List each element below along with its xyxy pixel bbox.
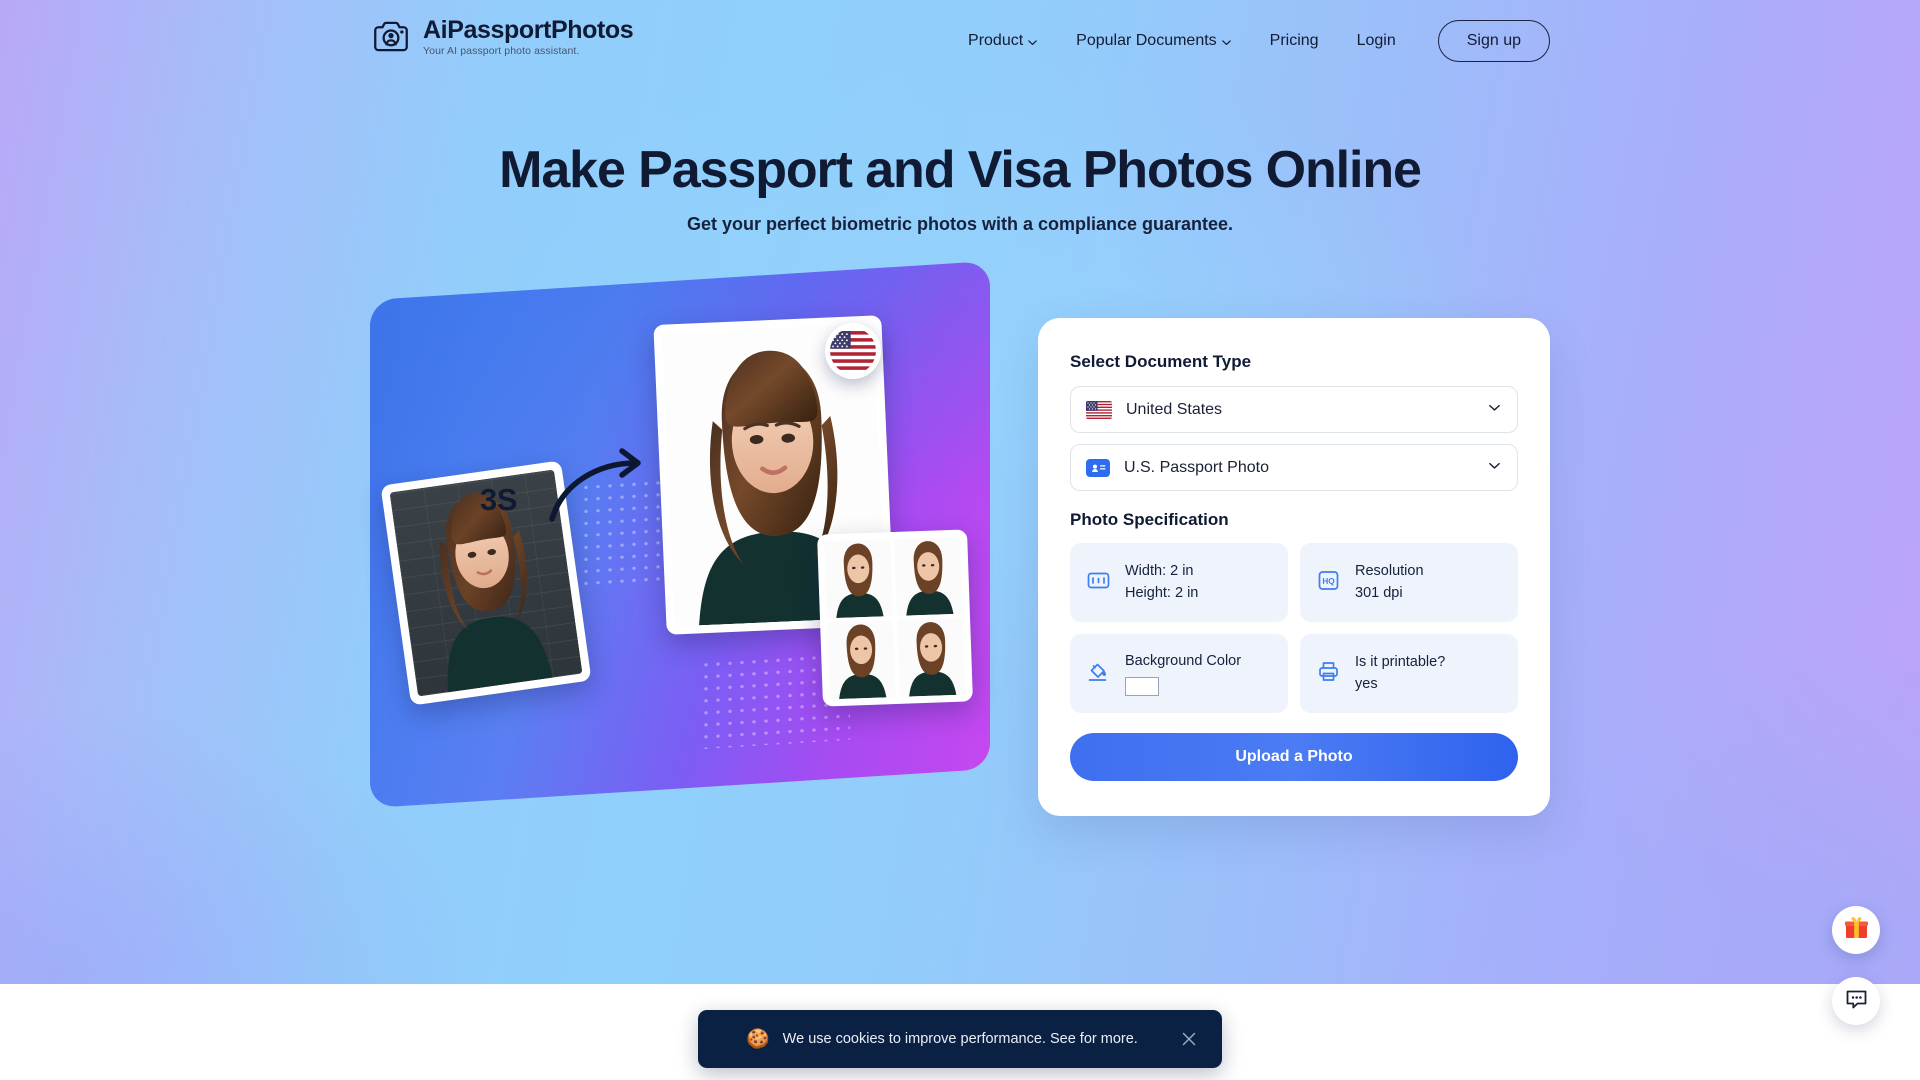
nav-item-popular-documents[interactable]: Popular Documents bbox=[1057, 32, 1251, 50]
brand-tagline: Your AI passport photo assistant. bbox=[423, 45, 580, 58]
gift-icon bbox=[1843, 914, 1870, 946]
country-select[interactable]: United States bbox=[1070, 386, 1518, 433]
spec-card-background-color: Background Color bbox=[1070, 634, 1288, 713]
photo-specification-grid: Width: 2 in Height: 2 in HQ Resolution 3… bbox=[1070, 543, 1518, 713]
nav-item-login[interactable]: Login bbox=[1338, 32, 1415, 50]
spec-background-color-label: Background Color bbox=[1125, 652, 1242, 669]
cookie-banner: 🍪 We use cookies to improve performance.… bbox=[698, 1010, 1222, 1068]
select-document-type-heading: Select Document Type bbox=[1070, 352, 1252, 371]
sheet-photo bbox=[897, 617, 966, 697]
printer-icon bbox=[1316, 659, 1341, 689]
document-type-select[interactable]: U.S. Passport Photo bbox=[1070, 444, 1518, 491]
document-selection-card: Select Document Type United States U.S. … bbox=[1038, 318, 1550, 816]
curved-arrow-icon bbox=[548, 445, 658, 560]
brand-logo[interactable]: AiPassportPhotos Your AI passport photo … bbox=[370, 15, 634, 58]
main-navigation: Product Popular Documents Pricing Login … bbox=[949, 0, 1550, 82]
spec-resolution-label: Resolution bbox=[1355, 563, 1424, 580]
country-select-value: United States bbox=[1126, 400, 1223, 418]
hq-resolution-icon: HQ bbox=[1316, 568, 1341, 598]
page-subtitle: Get your perfect biometric photos with a… bbox=[686, 214, 1234, 234]
chat-fab-button[interactable] bbox=[1832, 977, 1880, 1025]
speed-label: 3S bbox=[480, 482, 517, 517]
us-flag-icon bbox=[1086, 400, 1112, 419]
brand-name: AiPassportPhotos bbox=[423, 15, 634, 44]
document-type-select-value: U.S. Passport Photo bbox=[1124, 458, 1269, 476]
sheet-photo bbox=[824, 539, 893, 619]
close-icon[interactable] bbox=[1178, 1028, 1200, 1050]
aspect-ratio-icon bbox=[1086, 568, 1111, 598]
spec-card-dimensions: Width: 2 in Height: 2 in bbox=[1070, 543, 1288, 622]
nav-item-product[interactable]: Product bbox=[949, 32, 1057, 50]
spec-printable-label: Is it printable? bbox=[1355, 654, 1446, 671]
sheet-photo bbox=[894, 536, 963, 616]
nav-item-product-label: Product bbox=[968, 32, 1024, 49]
sheet-photo bbox=[827, 620, 896, 700]
gift-fab-button[interactable] bbox=[1832, 906, 1880, 954]
id-badge-icon bbox=[1086, 458, 1110, 477]
spec-card-resolution: HQ Resolution 301 dpi bbox=[1300, 543, 1518, 622]
paint-bucket-icon bbox=[1086, 659, 1111, 689]
chat-bubble-icon bbox=[1844, 986, 1869, 1016]
upload-photo-button[interactable]: Upload a Photo bbox=[1070, 733, 1518, 781]
cookie-icon: 🍪 bbox=[746, 1029, 770, 1050]
photo-specification-heading: Photo Specification bbox=[1070, 510, 1229, 529]
hero-illustration: 3S bbox=[370, 260, 990, 820]
photo-sheet-card bbox=[817, 529, 973, 707]
page-title: Make Passport and Visa Photos Online bbox=[499, 141, 1422, 199]
chevron-down-icon bbox=[1487, 400, 1502, 420]
spec-printable-value: yes bbox=[1355, 675, 1378, 692]
nav-item-pricing[interactable]: Pricing bbox=[1251, 32, 1338, 50]
site-header: AiPassportPhotos Your AI passport photo … bbox=[0, 0, 1920, 82]
chevron-down-icon bbox=[1221, 35, 1232, 48]
nav-item-login-label: Login bbox=[1356, 32, 1396, 49]
spec-dimensions-height: Height: 2 in bbox=[1125, 584, 1199, 601]
spec-resolution-value: 301 dpi bbox=[1355, 584, 1403, 601]
chevron-down-icon bbox=[1487, 458, 1502, 478]
camera-portrait-icon bbox=[370, 16, 412, 58]
signup-button[interactable]: Sign up bbox=[1437, 20, 1550, 62]
us-flag-badge-icon bbox=[825, 323, 881, 379]
svg-text:HQ: HQ bbox=[1322, 577, 1335, 586]
spec-dimensions-width: Width: 2 in bbox=[1125, 563, 1194, 580]
background-color-swatch bbox=[1125, 677, 1159, 696]
nav-item-popular-documents-label: Popular Documents bbox=[1076, 32, 1217, 49]
nav-item-pricing-label: Pricing bbox=[1269, 32, 1319, 49]
cookie-message: We use cookies to improve performance. S… bbox=[782, 1031, 1138, 1047]
spec-card-printable: Is it printable? yes bbox=[1300, 634, 1518, 713]
chevron-down-icon bbox=[1027, 35, 1038, 48]
